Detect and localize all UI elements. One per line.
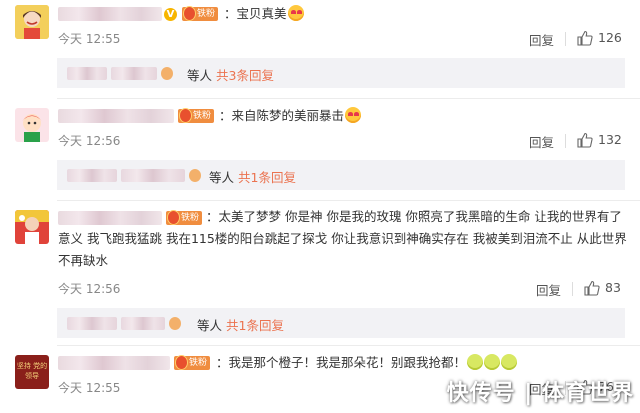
comment-item: 铁粉 ：太美了梦梦 你是神 你是我的玫瑰 你照亮了我黑暗的生命 让我的世界有了意…	[0, 202, 640, 306]
username-blurred[interactable]	[58, 356, 170, 370]
username-blurred[interactable]	[58, 7, 162, 21]
like-count: 132	[598, 132, 622, 147]
avatar-caption: 坚持 党的领导	[16, 362, 48, 380]
comment-text-content: ：来自陈梦的美丽暴击	[219, 108, 345, 123]
timestamp: 今天 12:55	[58, 32, 121, 46]
comment-item: 铁粉 ：来自陈梦的美丽暴击 今天 12:56 回复 132	[0, 100, 640, 160]
subreply-summary: 等人 共1条回复	[197, 315, 284, 334]
subreply-user-blurred	[67, 169, 117, 182]
avatar[interactable]	[15, 210, 49, 244]
heart-eyes-emoji-icon	[287, 5, 304, 21]
comment-text: ：来自陈梦的美丽暴击	[219, 105, 362, 127]
separator	[565, 32, 566, 46]
timestamp: 今天 12:56	[58, 282, 121, 296]
subreply-prefix: 等人	[187, 68, 213, 83]
comment-item: V 铁粉 ：宝贝真美 今天 12:55 回复 126	[0, 0, 640, 62]
like-count: 126	[598, 30, 622, 45]
divider	[57, 200, 640, 201]
divider	[57, 345, 640, 346]
view-replies-link[interactable]: 共1条回复	[226, 318, 284, 333]
subreply-summary: 等人 共1条回复	[209, 167, 296, 186]
comment-text: ：我是那个橙子！我是那朵花！别跟我抢都！	[216, 352, 518, 374]
fan-badge-label: 铁粉	[197, 9, 216, 19]
avatar[interactable]	[15, 5, 49, 39]
lemon-emoji-icon	[501, 354, 518, 370]
fan-badge: 铁粉	[174, 355, 211, 370]
username-blurred[interactable]	[58, 109, 174, 123]
reply-button[interactable]: 回复	[529, 30, 554, 49]
subreply-user-blurred	[111, 67, 157, 80]
fan-bear-icon	[179, 108, 192, 123]
fan-bear-icon	[183, 6, 196, 21]
comment-text-content: ：宝贝真美	[224, 6, 287, 21]
view-replies-link[interactable]: 共3条回复	[216, 68, 274, 83]
subreply-user-blurred	[67, 67, 107, 80]
heart-eyes-emoji-icon	[345, 107, 362, 123]
subreply-user-blurred	[121, 169, 185, 182]
separator	[572, 282, 573, 296]
fan-badge: 铁粉	[182, 6, 219, 21]
thumbs-up-icon[interactable]	[577, 132, 593, 148]
comment-text: ：太美了梦梦 你是神 你是我的玫瑰 你照亮了我黑暗的生命 让我的世界有了意义 我…	[58, 206, 634, 272]
comment-text: ：宝贝真美	[224, 3, 304, 25]
avatar[interactable]	[15, 108, 49, 142]
fan-badge-label: 铁粉	[193, 111, 212, 121]
subreply-user-blurred	[189, 169, 201, 182]
subreply-bar[interactable]: 等人 共3条回复	[57, 58, 625, 88]
fan-badge: 铁粉	[178, 108, 215, 123]
timestamp: 今天 12:55	[58, 381, 121, 395]
subreply-summary: 等人 共3条回复	[187, 65, 274, 84]
comment-text-content: ：我是那个橙子！我是那朵花！别跟我抢都！	[216, 355, 467, 370]
divider	[57, 98, 640, 99]
lemon-emoji-icon	[467, 354, 484, 370]
reply-button[interactable]: 回复	[529, 132, 554, 151]
avatar[interactable]: 坚持 党的领导	[15, 355, 49, 389]
separator	[565, 134, 566, 148]
vip-icon: V	[164, 8, 177, 21]
comment-text-content: ：太美了梦梦 你是神 你是我的玫瑰 你照亮了我黑暗的生命 让我的世界有了意义 我…	[58, 209, 627, 268]
fan-badge-label: 铁粉	[189, 358, 208, 368]
like-count: 83	[605, 280, 621, 295]
timestamp: 今天 12:56	[58, 134, 121, 148]
subreply-prefix: 等人	[209, 170, 235, 185]
subreply-user-blurred	[121, 317, 165, 330]
lemon-emoji-icon	[484, 354, 501, 370]
reply-button[interactable]: 回复	[536, 280, 561, 299]
fan-bear-icon	[175, 355, 188, 370]
subreply-prefix: 等人	[197, 318, 223, 333]
thumbs-up-icon[interactable]	[584, 280, 600, 296]
subreply-bar[interactable]: 等人 共1条回复	[57, 160, 625, 190]
subreply-user-blurred	[161, 67, 173, 80]
subreply-user-blurred	[67, 317, 117, 330]
subreply-user-blurred	[169, 317, 181, 330]
thumbs-up-icon[interactable]	[577, 30, 593, 46]
watermark: 快传号 | 体育世界	[446, 381, 634, 406]
subreply-bar[interactable]: 等人 共1条回复	[57, 308, 625, 338]
view-replies-link[interactable]: 共1条回复	[238, 170, 296, 185]
